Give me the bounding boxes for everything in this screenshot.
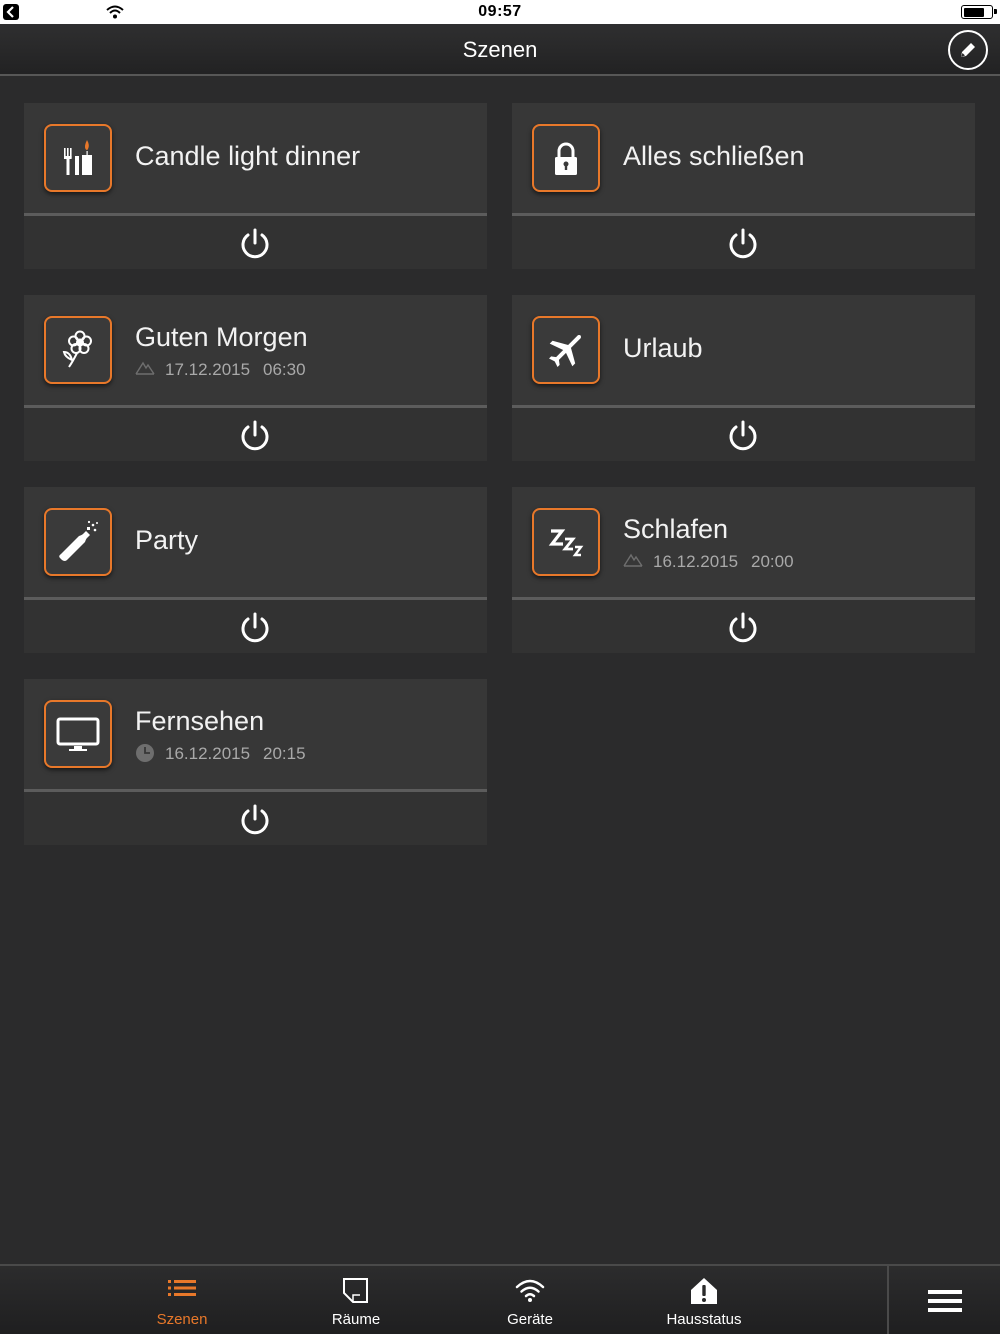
power-icon [241,612,269,643]
pencil-icon [961,43,975,57]
scene-name: Party [135,525,199,555]
tab-hausstatus[interactable]: Hausstatus [634,1266,774,1334]
scene-card[interactable]: Urlaub [512,295,975,461]
champagne-bottle-icon [44,508,112,576]
sleep-zzz-icon [532,508,600,576]
scene-activate-button[interactable] [512,600,975,653]
scene-activate-button[interactable] [24,600,487,653]
wifi-signal-icon [515,1279,545,1302]
tab-label: Szenen [156,1311,208,1328]
scene-name: Alles schließen [623,141,805,171]
power-icon [729,228,757,259]
power-icon [729,612,757,643]
header: Szenen [0,24,1000,76]
airplane-icon [532,316,600,384]
scene-name: Schlafen [623,514,729,544]
scene-activate-button[interactable] [24,408,487,461]
scene-card[interactable]: Candle light dinner [24,103,487,269]
tv-icon [44,700,112,768]
schedule-time: 20:00 [751,552,794,571]
status-time: 09:57 [478,3,522,20]
schedule-time: 06:30 [263,360,306,379]
scene-card[interactable]: Party [24,487,487,653]
tab-szenen[interactable]: Szenen [112,1266,252,1334]
scene-name: Fernsehen [135,706,265,736]
scene-name: Urlaub [623,333,703,363]
scene-activate-button[interactable] [512,216,975,269]
tab-geraete[interactable]: Geräte [460,1266,600,1334]
tab-bar: Szenen Räume Geräte Hausstatus [0,1264,1000,1334]
power-icon [241,804,269,835]
scene-activate-button[interactable] [24,216,487,269]
schedule-date: 16.12.2015 [653,552,739,571]
clock-icon [136,744,154,762]
schedule-date: 16.12.2015 [165,744,251,763]
edit-button[interactable] [948,30,988,70]
tab-raeume[interactable]: Räume [286,1266,426,1334]
hamburger-menu-icon [928,1290,962,1312]
tab-label: Hausstatus [666,1311,742,1328]
flower-icon [44,316,112,384]
scene-activate-button[interactable] [24,792,487,845]
battery-icon [961,5,997,19]
candle-dinner-icon [44,124,112,192]
scene-card[interactable]: Fernsehen 16.12.2015 20:15 [24,679,487,845]
scene-name: Candle light dinner [135,141,361,171]
status-bar: 09:57 [0,0,1000,24]
tab-label: Räume [331,1311,381,1328]
lock-icon [532,124,600,192]
sunrise-timer-icon [135,361,155,375]
power-icon [241,420,269,451]
list-icon [168,1280,196,1296]
power-icon [729,420,757,451]
scene-name: Guten Morgen [135,322,308,352]
warning-house-icon [691,1278,717,1304]
power-icon [241,228,269,259]
page-title: Szenen [462,37,538,62]
sunset-timer-icon [623,553,643,567]
scene-card[interactable]: Alles schließen [512,103,975,269]
tab-label: Geräte [507,1311,553,1328]
room-icon [343,1278,368,1303]
schedule-time: 20:15 [263,744,306,763]
scene-activate-button[interactable] [512,408,975,461]
scene-card[interactable]: Guten Morgen 17.12.2015 06:30 [24,295,487,461]
scene-card[interactable]: Schlafen 16.12.2015 20:00 [512,487,975,653]
schedule-date: 17.12.2015 [165,360,251,379]
menu-button[interactable] [890,1266,1000,1334]
